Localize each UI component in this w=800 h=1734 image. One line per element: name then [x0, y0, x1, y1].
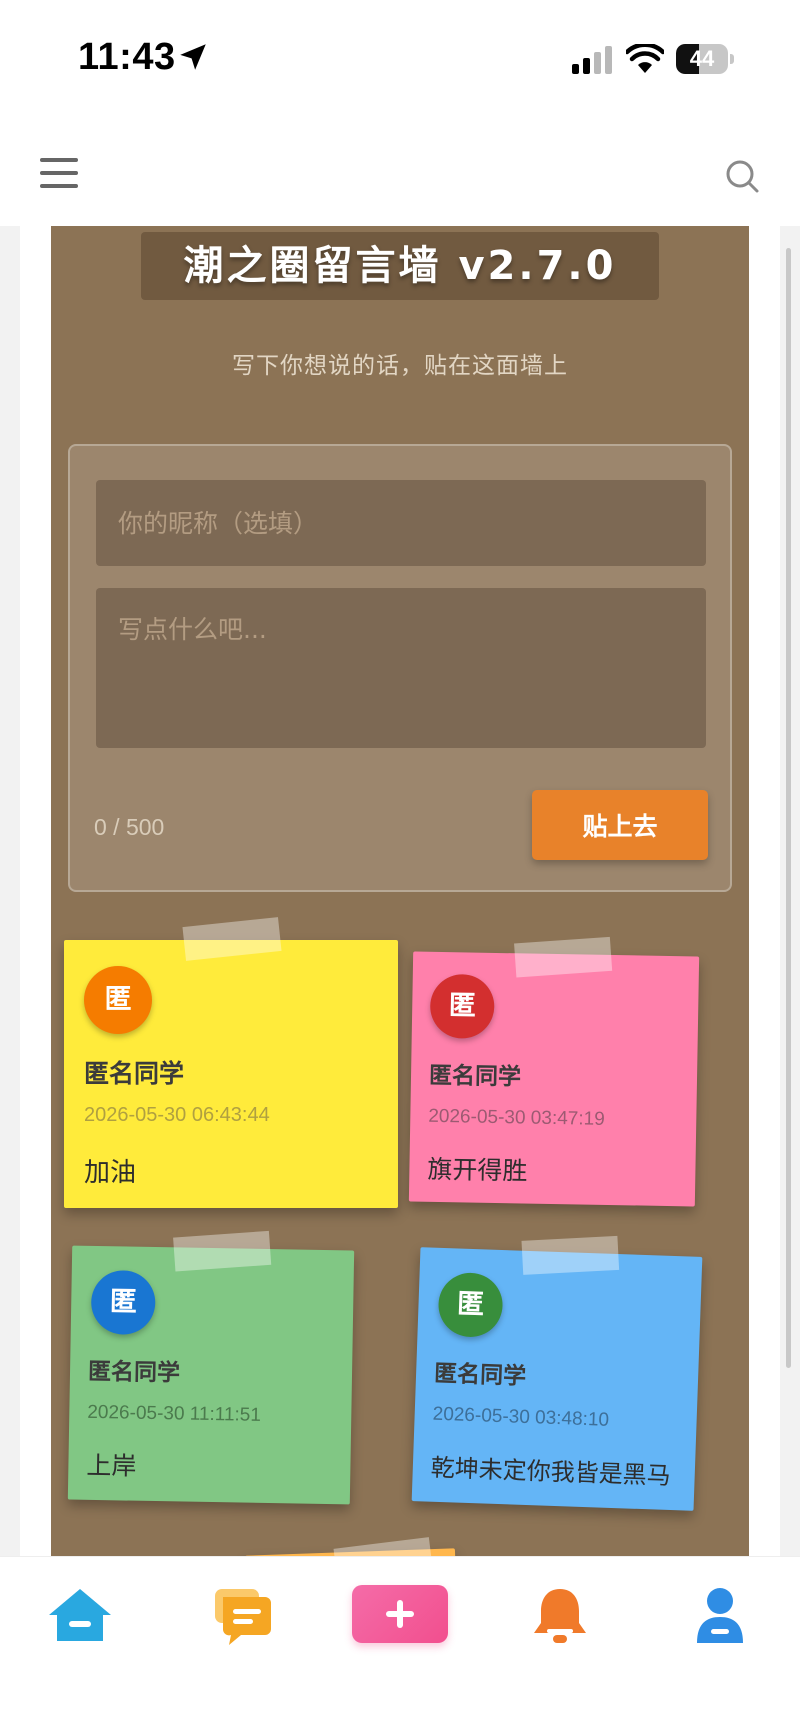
note-tape	[182, 917, 282, 961]
note-content: 旗开得胜	[427, 1154, 528, 1186]
message-wall: 潮之圈留言墙 v2.7.0 写下你想说的话，贴在这面墙上 0 / 500 贴上去…	[51, 226, 749, 1560]
note-card[interactable]: 匿 匿名同学 2026-05-30 03:47:19 旗开得胜	[408, 936, 700, 1207]
note-content: 乾坤未定你我皆是黑马	[430, 1453, 672, 1491]
status-bar: 11:43 44	[0, 0, 800, 120]
add-post-button[interactable]	[352, 1585, 448, 1643]
char-counter: 0 / 500	[94, 814, 165, 840]
wifi-icon	[626, 44, 664, 73]
battery-indicator: 44	[676, 44, 734, 74]
note-timestamp: 2026-05-30 11:11:51	[87, 1401, 262, 1426]
note-tape	[521, 1235, 620, 1275]
note-avatar: 匿	[437, 1271, 504, 1339]
note-tape	[514, 936, 613, 978]
plus-icon	[386, 1600, 414, 1628]
nickname-input[interactable]	[96, 480, 706, 566]
note-timestamp: 2026-05-30 06:43:44	[84, 1104, 270, 1126]
note-avatar: 匿	[429, 973, 495, 1039]
note-author: 匿名同学	[87, 1358, 181, 1387]
cellular-signal-icon	[572, 46, 612, 74]
message-icon[interactable]	[205, 1585, 275, 1647]
note-timestamp: 2026-05-30 03:47:19	[428, 1105, 605, 1130]
note-card[interactable]: 匿 匿名同学 2026-05-30 11:11:51 上岸	[67, 1230, 355, 1505]
note-timestamp: 2026-05-30 03:48:10	[432, 1403, 610, 1431]
post-button[interactable]: 贴上去	[532, 790, 708, 860]
search-icon[interactable]	[724, 158, 760, 194]
app-header	[0, 120, 800, 226]
note-content: 上岸	[86, 1450, 137, 1481]
note-card[interactable]: 匿 匿名同学 2026-05-30 06:43:44 加油	[64, 917, 398, 1208]
scrollbar[interactable]	[786, 248, 791, 1368]
home-icon[interactable]	[45, 1585, 115, 1647]
note-avatar: 匿	[90, 1269, 156, 1336]
message-textarea[interactable]	[96, 588, 706, 748]
bottom-navigation	[0, 1556, 800, 1734]
title-plate: 潮之圈留言墙 v2.7.0	[141, 232, 659, 300]
menu-button[interactable]	[40, 156, 78, 190]
note-content: 加油	[84, 1158, 137, 1188]
status-time: 11:43	[78, 36, 176, 78]
page-subtitle: 写下你想说的话，贴在这面墙上	[232, 353, 568, 379]
app-root: 11:43 44 潮之圈留言墙 v2.7.0 写下你想说的话，贴在这面墙上 你的…	[0, 0, 800, 1734]
note-author: 匿名同学	[433, 1360, 527, 1390]
location-arrow-icon	[180, 44, 206, 70]
note-tape	[173, 1230, 272, 1272]
note-avatar: 匿	[84, 966, 152, 1034]
battery-percent: 44	[689, 46, 715, 71]
note-author: 匿名同学	[84, 1059, 185, 1088]
post-form: 0 / 500 贴上去	[68, 444, 732, 892]
user-icon[interactable]	[685, 1585, 755, 1647]
page-title: 潮之圈留言墙 v2.7.0	[183, 243, 617, 289]
note-author: 匿名同学	[428, 1062, 522, 1091]
note-card[interactable]: 匿 匿名同学 2026-05-30 03:48:10 乾坤未定你我皆是黑马	[411, 1235, 703, 1511]
bell-icon[interactable]	[525, 1585, 595, 1647]
